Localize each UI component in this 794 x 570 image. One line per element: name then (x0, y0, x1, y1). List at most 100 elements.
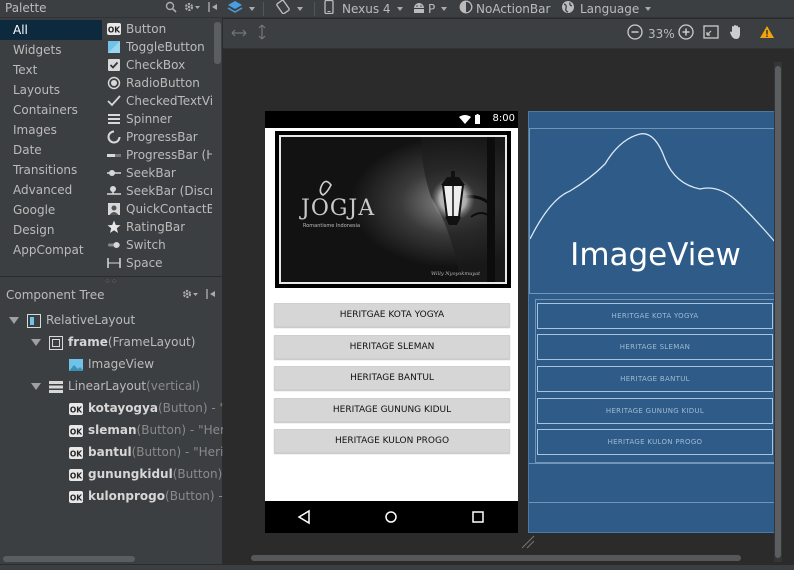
tree-node-detail: (FrameLayout) (107, 335, 196, 349)
panel-splitter[interactable]: ⁘⁘ (0, 276, 223, 286)
tree-node-name: LinearLayout (68, 379, 147, 393)
globe-icon (561, 0, 575, 19)
hand-icon (729, 24, 743, 45)
svg-text:OK: OK (70, 450, 83, 459)
language-selector[interactable]: Language (561, 0, 652, 19)
tree-node-frame[interactable]: frame (FrameLayout) (31, 331, 195, 353)
palette-widget-checkedtextview[interactable]: CheckedTextVie (102, 92, 212, 110)
ok-button-icon: OK (69, 489, 83, 503)
palette-category-google[interactable]: Google (0, 200, 102, 220)
palette-category-text[interactable]: Text (0, 60, 102, 80)
blueprint-button-kulonprogo[interactable]: HERITAGE KULON PROGO (537, 429, 773, 455)
palette-category-advanced[interactable]: Advanced (0, 180, 102, 200)
palette-category-transitions[interactable]: Transitions (0, 160, 102, 180)
pan-button[interactable] (729, 24, 743, 45)
canvas-vscroll-thumb[interactable] (775, 66, 781, 558)
palette-category-date[interactable]: Date (0, 140, 102, 160)
photo-signature: Willy Nyoyokmuyat (431, 271, 481, 277)
expand-arrow-icon[interactable] (9, 316, 19, 324)
palette-category-images[interactable]: Images (0, 120, 102, 140)
palette-category-design[interactable]: Design (0, 220, 102, 240)
rotate-icon (275, 0, 291, 19)
collapse-panel-icon[interactable] (205, 288, 217, 303)
jogja-logo-text: JOGJA (299, 196, 375, 221)
linear-layout-icon (49, 379, 63, 393)
home-icon (385, 511, 397, 523)
button-kotayogya[interactable]: HERITGAE KOTA YOGYA (274, 303, 510, 327)
palette-category-containers[interactable]: Containers (0, 100, 102, 120)
canvas-horizontal-scrollbar[interactable] (251, 554, 741, 562)
layers-icon (227, 0, 243, 19)
expand-arrow-icon[interactable] (31, 338, 41, 346)
blueprint-image-view[interactable]: ImageView (529, 128, 782, 294)
design-surface-button[interactable] (227, 0, 255, 18)
tree-node-name: bantul (88, 445, 132, 459)
palette-category-all[interactable]: All (0, 20, 102, 40)
tree-node-linearlayout[interactable]: LinearLayout (vertical) (31, 375, 200, 397)
phone-icon (324, 0, 334, 19)
zoom-out-button[interactable] (627, 23, 643, 43)
device-preview[interactable]: 8:00 JOGJA Romantisme Indonesia Willy Ny… (265, 111, 518, 533)
tree-node-kulonprogo[interactable]: OK kulonprogo (Button) - "H (69, 485, 241, 507)
button-bantul[interactable]: HERITAGE BANTUL (274, 366, 510, 390)
tree-node-imageview[interactable]: ImageView (69, 353, 154, 375)
palette-widget-radiobutton[interactable]: RadioButton (102, 74, 212, 92)
tree-node-kotayogya[interactable]: OK kotayogya (Button) - "He (69, 397, 241, 419)
gear-icon[interactable] (181, 288, 199, 303)
button-kulonprogo[interactable]: HERITAGE KULON PROGO (274, 429, 510, 453)
bottom-status-strip (0, 564, 794, 570)
orientation-button[interactable] (275, 0, 303, 18)
tree-node-relativelayout[interactable]: RelativeLayout (9, 309, 135, 331)
palette-widget-switch[interactable]: Switch (102, 236, 212, 254)
palette-widget-space[interactable]: Space (102, 254, 212, 272)
expand-arrow-icon[interactable] (31, 382, 41, 390)
collapse-panel-icon[interactable] (207, 1, 219, 16)
tree-scroll-thumb[interactable] (3, 556, 135, 562)
palette-category-appcompat[interactable]: AppCompat (0, 240, 102, 260)
resize-handle-icon[interactable] (521, 535, 535, 552)
blueprint-button-sleman[interactable]: HERITAGE SLEMAN (537, 334, 773, 360)
blueprint-button-bantul[interactable]: HERITAGE BANTUL (537, 366, 773, 392)
palette-category-layouts[interactable]: Layouts (0, 80, 102, 100)
canvas-hscroll-thumb[interactable] (251, 555, 741, 561)
palette-widget-label: ToggleButton (126, 40, 205, 54)
blueprint-view[interactable]: ImageView HERITGAE KOTA YOGYA HERITAGE S… (528, 111, 782, 533)
palette-widget-checkbox[interactable]: CheckBox (102, 56, 212, 74)
warnings-button[interactable] (759, 25, 775, 43)
palette-widget-togglebutton[interactable]: ToggleButton (102, 38, 212, 56)
tree-node-sleman[interactable]: OK sleman (Button) - "Herita (69, 419, 240, 441)
button-sleman[interactable]: HERITAGE SLEMAN (274, 335, 510, 359)
button-gunungkidul[interactable]: HERITAGE GUNUNG KIDUL (274, 398, 510, 422)
palette-widget-button[interactable]: OK Button (102, 20, 212, 38)
palette-widget-label: CheckBox (126, 58, 186, 72)
tree-node-gunungkidul[interactable]: OK gunungkidul (Button) - " (69, 463, 240, 485)
blueprint-button-kotayogya[interactable]: HERITGAE KOTA YOGYA (537, 303, 773, 329)
vertical-resize-button[interactable] (257, 24, 267, 43)
device-selector[interactable]: Nexus 4 (324, 0, 403, 18)
gear-icon[interactable] (183, 1, 201, 16)
palette-widget-progressbar[interactable]: ProgressBar (102, 128, 212, 146)
palette-widget-quickcontactbadge[interactable]: QuickContactBa (102, 200, 212, 218)
canvas-vertical-scrollbar[interactable] (774, 62, 782, 562)
design-canvas[interactable]: 8:00 JOGJA Romantisme Indonesia Willy Ny… (223, 50, 794, 570)
search-icon[interactable] (165, 1, 177, 16)
palette-widget-seekbar-discrete[interactable]: SeekBar (Discret (102, 182, 212, 200)
palette-category-widgets[interactable]: Widgets (0, 40, 102, 60)
image-view-preview[interactable]: JOGJA Romantisme Indonesia Willy Nyoyokm… (275, 131, 511, 288)
palette-widget-progressbar-horizontal[interactable]: ProgressBar (Ho (102, 146, 212, 164)
palette-scroll-thumb[interactable] (214, 22, 221, 64)
zoom-in-button[interactable] (678, 23, 694, 43)
palette-widget-seekbar[interactable]: SeekBar (102, 164, 212, 182)
palette-widget-spinner[interactable]: Spinner (102, 110, 212, 128)
theme-selector[interactable]: NoActionBar (459, 0, 550, 18)
tree-node-name: sleman (88, 423, 137, 437)
horizontal-resize-button[interactable] (231, 25, 247, 43)
zoom-to-fit-button[interactable] (703, 24, 719, 43)
palette-widget-label: Space (126, 256, 163, 270)
api-level-selector[interactable]: P (412, 0, 448, 18)
blueprint-button-gunungkidul[interactable]: HERITAGE GUNUNG KIDUL (537, 398, 773, 424)
tree-node-bantul[interactable]: OK bantul (Button) - "Heritag (69, 441, 243, 463)
tree-horizontal-scrollbar[interactable] (0, 554, 223, 564)
palette-scrollbar[interactable] (213, 20, 222, 274)
palette-widget-ratingbar[interactable]: RatingBar (102, 218, 212, 236)
